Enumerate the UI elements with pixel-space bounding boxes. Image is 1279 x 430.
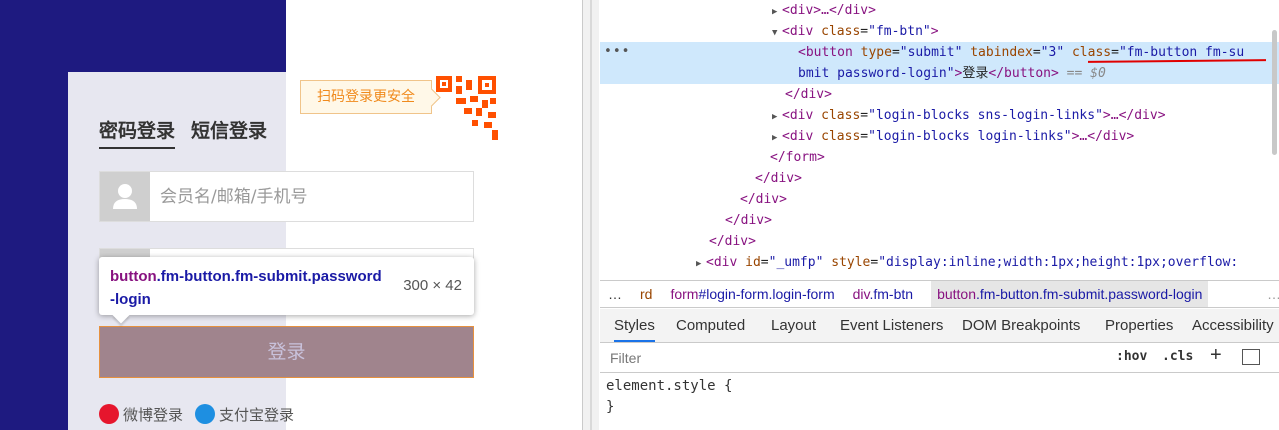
breadcrumb-overflow[interactable]: … (1267, 286, 1279, 302)
tree-line[interactable]: ▼ <div class="fm-btn"> (772, 21, 939, 42)
tab-layout[interactable]: Layout (771, 317, 816, 334)
elements-scrollbar[interactable] (1272, 30, 1277, 155)
tree-line[interactable]: </div> (755, 168, 802, 189)
pane-resize-handle[interactable] (582, 0, 599, 430)
hover-state-button[interactable]: :hov (1116, 349, 1147, 364)
node-more-options-icon[interactable]: ••• (604, 44, 630, 59)
tab-event-listeners[interactable]: Event Listeners (840, 317, 943, 334)
qr-code-icon[interactable] (432, 74, 500, 142)
styles-filter-input[interactable] (604, 346, 1094, 370)
class-toggle-button[interactable]: .cls (1162, 349, 1193, 364)
tree-line[interactable]: </div> (740, 189, 787, 210)
tab-sms-login[interactable]: 短信登录 (191, 116, 267, 143)
weibo-login-link[interactable]: 微博登录 (99, 404, 183, 425)
breadcrumb-item-form[interactable]: form#login-form.login-form (670, 286, 834, 302)
breadcrumb-item-selected[interactable]: button.fm-button.fm-submit.password-logi… (931, 281, 1209, 307)
login-page-viewport: 密码登录 短信登录 扫码登录更安全 会员名/邮箱/手机号 登录 button.f… (0, 0, 582, 430)
tree-line[interactable]: </div> (725, 210, 772, 231)
tree-line[interactable]: ▶ <div id="_umfp" style="display:inline;w… (696, 252, 1238, 273)
breadcrumb-more[interactable]: … (608, 286, 622, 302)
tooltip-size: 300 × 42 (403, 277, 462, 294)
tree-line[interactable]: </form> (770, 147, 825, 168)
element-style-selector[interactable]: element.style { (606, 378, 732, 394)
breadcrumb-item[interactable]: rd (640, 286, 652, 302)
username-input[interactable] (160, 184, 460, 210)
alipay-icon (195, 404, 216, 424)
tooltip-tag: button (110, 268, 157, 285)
alipay-login-link[interactable]: 支付宝登录 (195, 404, 294, 425)
styles-filter-bar: :hov .cls + (600, 343, 1279, 373)
styles-pane: element.style { } (600, 374, 1279, 430)
weibo-login-label: 微博登录 (123, 405, 184, 424)
sidebar-tabs: Styles Computed Layout Event Listeners D… (600, 309, 1279, 343)
devtools-panel: ••• ▶ <div>…</div> ▼ <div class="fm-btn"> … (600, 0, 1279, 430)
tree-line[interactable]: ▶ <div class="login-blocks sns-login-link… (772, 105, 1166, 126)
weibo-icon (99, 404, 119, 424)
expand-triangle-icon[interactable]: ▶ (772, 107, 782, 128)
tab-computed[interactable]: Computed (676, 317, 745, 334)
login-submit-button[interactable]: 登录 (99, 326, 474, 378)
breadcrumb-item-div[interactable]: div.fm-btn (853, 286, 913, 302)
expand-triangle-icon[interactable]: ▶ (696, 254, 706, 275)
expand-triangle-icon[interactable]: ▶ (772, 2, 782, 23)
tab-password-login[interactable]: 密码登录 (99, 116, 176, 149)
tooltip-selector: button.fm-button.fm-submit.password-logi… (110, 265, 385, 311)
collapse-triangle-icon[interactable]: ▼ (772, 23, 782, 44)
expand-triangle-icon[interactable]: ▶ (772, 128, 782, 149)
tree-line[interactable]: </div> (709, 231, 756, 252)
username-field[interactable] (99, 171, 474, 222)
toggle-sidebar-icon[interactable] (1242, 349, 1260, 365)
element-style-close: } (606, 399, 615, 415)
tree-line[interactable]: ▶ <div>…</div> (772, 0, 876, 21)
tree-line-selected-cont[interactable]: bmit password-login">登录</button> == $0 (798, 63, 1106, 84)
qr-login-tip: 扫码登录更安全 (300, 80, 432, 114)
user-icon (100, 172, 150, 221)
alipay-login-label: 支付宝登录 (219, 405, 295, 424)
tab-accessibility[interactable]: Accessibility (1192, 317, 1274, 334)
tab-properties[interactable]: Properties (1105, 317, 1173, 334)
tab-dom-breakpoints[interactable]: DOM Breakpoints (962, 317, 1080, 334)
new-style-rule-button[interactable]: + (1210, 344, 1222, 367)
tab-styles[interactable]: Styles (614, 317, 655, 342)
tree-line[interactable]: </div> (785, 84, 832, 105)
tree-line[interactable]: ▶ <div class="login-blocks login-links">…… (772, 126, 1134, 147)
inspect-element-tooltip: button.fm-button.fm-submit.password-logi… (99, 257, 474, 315)
breadcrumb: … rd form#login-form.login-form div.fm-b… (600, 280, 1279, 308)
elements-tree: ••• ▶ <div>…</div> ▼ <div class="fm-btn"> … (600, 0, 1279, 278)
sns-login-links: 微博登录 支付宝登录 (99, 404, 306, 424)
